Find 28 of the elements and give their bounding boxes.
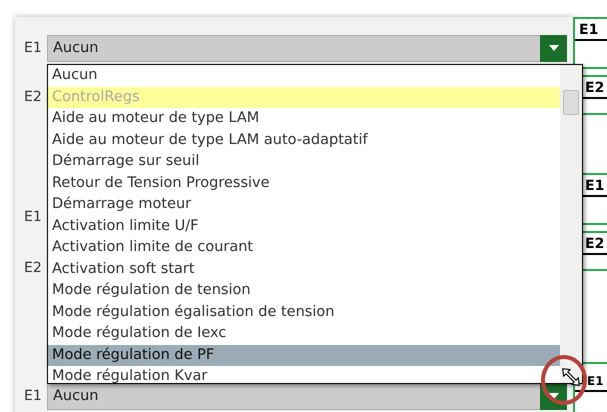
dropdown-option[interactable]: Mode régulation de tension	[48, 280, 560, 302]
field-label: E2	[24, 260, 43, 276]
field-label: E1	[24, 40, 43, 56]
caret-icon	[548, 393, 558, 399]
field-label: E2	[24, 89, 43, 105]
dropdown-option[interactable]: Mode régulation de Iexc	[48, 323, 560, 344]
dropdown-option[interactable]: Mode régulation de PF	[48, 344, 560, 366]
dropdown-option[interactable]: Activation soft start	[48, 258, 560, 280]
dropdown-option[interactable]: Mode régulation égalisation de tension	[48, 302, 560, 323]
scrollbar-thumb[interactable]	[563, 90, 579, 115]
field-label: E1	[24, 209, 43, 225]
dropdown-option[interactable]: Aide au moteur de type LAM	[48, 108, 560, 130]
field-label: E1	[24, 388, 43, 404]
dropdown-option[interactable]: Mode régulation Kvar	[48, 366, 560, 383]
dropdown-select[interactable]: Aucun	[47, 382, 567, 410]
dropdown-option[interactable]: Démarrage sur seuil	[48, 151, 560, 172]
caret-icon	[548, 45, 558, 51]
dropdown-option[interactable]: Retour de Tension Progressive	[48, 172, 560, 194]
block-label: E1	[575, 19, 607, 41]
dropdown-option[interactable]: Activation limite U/F	[48, 216, 560, 237]
dropdown-option[interactable]: Démarrage moteur	[48, 194, 560, 216]
annotation-circle	[541, 355, 587, 405]
dropdown-option[interactable]: Activation limite de courant	[48, 237, 560, 258]
dropdown-option[interactable]: Aucun	[48, 65, 560, 86]
dropdown-button[interactable]	[540, 34, 567, 62]
scrollbar[interactable]	[560, 65, 582, 383]
dropdown-option[interactable]: Aide au moteur de type LAM auto-adaptatif	[48, 130, 560, 151]
dropdown-select[interactable]: Aucun	[47, 34, 567, 62]
